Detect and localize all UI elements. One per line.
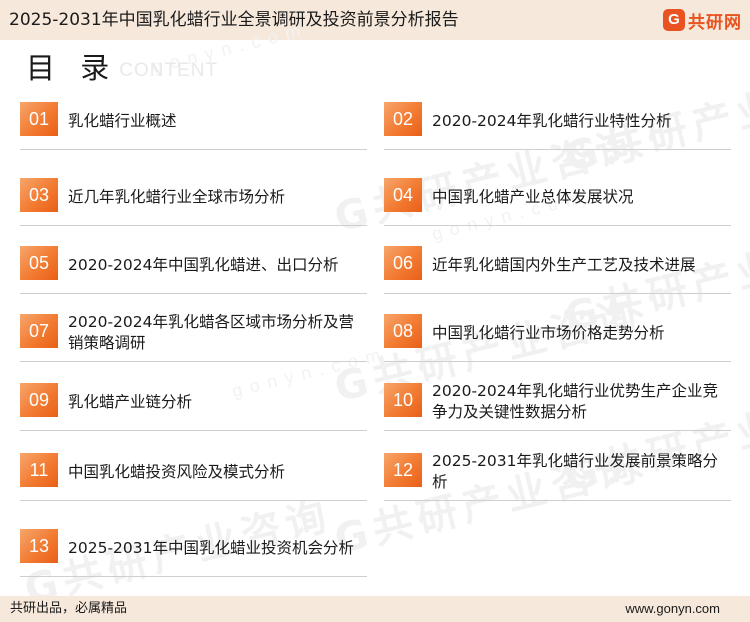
toc-subtitle: CONTENT bbox=[119, 60, 219, 81]
footer-bar: 共研出品，必属精品 www.gonyn.com bbox=[0, 596, 750, 622]
toc-item-07[interactable]: 07 2020-2024年乳化蜡各区域市场分析及营销策略调研 bbox=[20, 302, 367, 362]
chapter-number: 13 bbox=[20, 529, 58, 563]
chapter-title: 2020-2024年乳化蜡各区域市场分析及营销策略调研 bbox=[68, 313, 354, 352]
toc-heading: 目 录 CONTENT bbox=[26, 46, 218, 86]
chapter-number: 11 bbox=[20, 453, 58, 487]
chapter-title: 2025-2031年乳化蜡行业发展前景策略分析 bbox=[432, 452, 718, 491]
toc-item-05[interactable]: 05 2020-2024年中国乳化蜡进、出口分析 bbox=[20, 234, 367, 294]
chapter-number: 09 bbox=[20, 383, 58, 417]
chapter-title: 中国乳化蜡投资风险及模式分析 bbox=[68, 462, 286, 481]
toc-item-09[interactable]: 09 乳化蜡产业链分析 bbox=[20, 371, 367, 431]
chapter-title: 乳化蜡行业概述 bbox=[68, 111, 177, 130]
logo-text: 共研网 bbox=[688, 12, 742, 33]
chapter-title: 2020-2024年中国乳化蜡进、出口分析 bbox=[68, 255, 339, 274]
toc-item-12[interactable]: 12 2025-2031年乳化蜡行业发展前景策略分析 bbox=[384, 441, 731, 501]
toc-item-13[interactable]: 13 2025-2031年中国乳化蜡业投资机会分析 bbox=[20, 517, 367, 577]
toc-title: 目 录 bbox=[26, 51, 118, 85]
chapter-number: 02 bbox=[384, 102, 422, 136]
chapter-title: 2025-2031年中国乳化蜡业投资机会分析 bbox=[68, 538, 354, 557]
toc-item-01[interactable]: 01 乳化蜡行业概述 bbox=[20, 90, 367, 150]
chapter-number: 06 bbox=[384, 246, 422, 280]
chapter-title: 近几年乳化蜡行业全球市场分析 bbox=[68, 187, 286, 206]
chapter-title: 乳化蜡产业链分析 bbox=[68, 392, 193, 411]
report-title: 2025-2031年中国乳化蜡行业全景调研及投资前景分析报告 bbox=[9, 10, 459, 30]
chapter-title: 近年乳化蜡国内外生产工艺及技术进展 bbox=[432, 255, 696, 274]
header-bar: 2025-2031年中国乳化蜡行业全景调研及投资前景分析报告 G 共研网 bbox=[0, 0, 750, 40]
chapter-number: 04 bbox=[384, 178, 422, 212]
chapter-number: 05 bbox=[20, 246, 58, 280]
toc-item-04[interactable]: 04 中国乳化蜡产业总体发展状况 bbox=[384, 166, 731, 226]
chapter-number: 08 bbox=[384, 314, 422, 348]
chapter-number: 01 bbox=[20, 102, 58, 136]
chapter-title: 2020-2024年乳化蜡行业优势生产企业竞争力及关键性数据分析 bbox=[432, 382, 718, 421]
toc-item-03[interactable]: 03 近几年乳化蜡行业全球市场分析 bbox=[20, 166, 367, 226]
brand-logo: G 共研网 bbox=[663, 8, 742, 33]
chapter-title: 中国乳化蜡行业市场价格走势分析 bbox=[432, 323, 665, 342]
toc-item-10[interactable]: 10 2020-2024年乳化蜡行业优势生产企业竞争力及关键性数据分析 bbox=[384, 371, 731, 431]
toc-item-08[interactable]: 08 中国乳化蜡行业市场价格走势分析 bbox=[384, 302, 731, 362]
logo-icon: G bbox=[663, 9, 685, 31]
chapter-title: 2020-2024年乳化蜡行业特性分析 bbox=[432, 111, 672, 130]
footer-slogan: 共研出品，必属精品 bbox=[10, 601, 128, 616]
chapter-number: 10 bbox=[384, 383, 422, 417]
chapter-number: 12 bbox=[384, 453, 422, 487]
chapter-title: 中国乳化蜡产业总体发展状况 bbox=[432, 187, 634, 206]
chapter-number: 07 bbox=[20, 314, 58, 348]
toc-item-06[interactable]: 06 近年乳化蜡国内外生产工艺及技术进展 bbox=[384, 234, 731, 294]
chapter-number: 03 bbox=[20, 178, 58, 212]
toc-item-11[interactable]: 11 中国乳化蜡投资风险及模式分析 bbox=[20, 441, 367, 501]
footer-website[interactable]: www.gonyn.com bbox=[625, 600, 720, 618]
toc-item-02[interactable]: 02 2020-2024年乳化蜡行业特性分析 bbox=[384, 90, 731, 150]
